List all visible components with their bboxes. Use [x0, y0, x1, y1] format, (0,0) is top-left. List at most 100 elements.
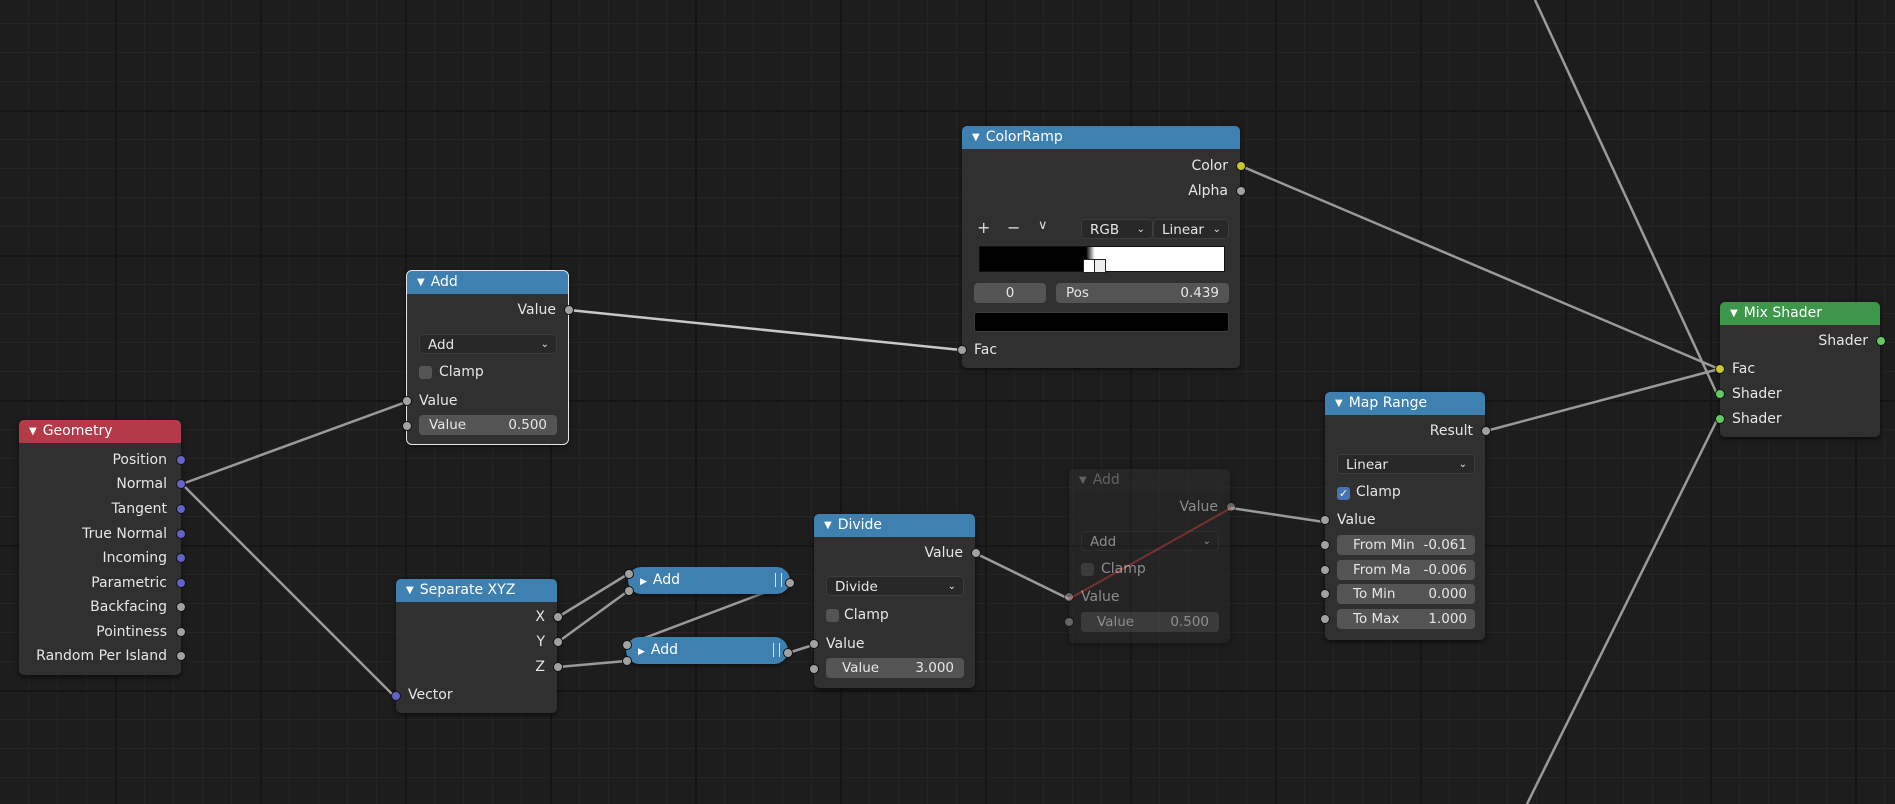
muted-input-socket-2[interactable] — [1064, 617, 1074, 627]
mix-shader-node-header[interactable]: ▼ Mix Shader — [1720, 302, 1880, 325]
collapse-arrow-icon[interactable]: ▼ — [824, 514, 832, 537]
collapse-arrow-icon[interactable]: ▼ — [29, 420, 37, 443]
from-max-socket[interactable] — [1320, 565, 1330, 575]
color-mode-dropdown[interactable]: RGB ⌄ — [1081, 219, 1153, 239]
result-output-socket[interactable] — [1481, 426, 1491, 436]
collapse-arrow-icon[interactable]: ▼ — [1335, 392, 1343, 415]
divide-clamp-checkbox[interactable] — [826, 609, 839, 622]
pointiness-socket[interactable] — [176, 627, 186, 637]
clamp-checkbox[interactable] — [419, 366, 432, 379]
from-min-socket[interactable] — [1320, 540, 1330, 550]
geometry-node-header[interactable]: ▼ Geometry — [19, 420, 181, 443]
collapse-arrow-icon[interactable]: ▼ — [1079, 469, 1087, 492]
divide-input-socket-1[interactable] — [809, 639, 819, 649]
collapsed-add-1-input-socket-1[interactable] — [624, 569, 634, 579]
add-muted-node[interactable]: ▼ Add Value Add ⌄ Clamp Value Value 0.500 — [1064, 469, 1236, 643]
from-max-field[interactable]: From Ma -0.006 — [1337, 560, 1475, 580]
separate-xyz-node[interactable]: ▼ Separate XYZ X Y Z Vector — [391, 579, 563, 713]
add-input-socket-2[interactable] — [402, 421, 412, 431]
interpolation-dropdown[interactable]: Linear ⌄ — [1153, 219, 1229, 239]
collapsed-add-1-output-socket[interactable] — [785, 578, 795, 588]
value-input-socket[interactable] — [1320, 515, 1330, 525]
resize-handle-icon[interactable] — [775, 573, 782, 587]
add-math-node[interactable]: ▼ Add Value Add ⌄ Clamp Value Value 0.500 — [402, 270, 574, 445]
expand-arrow-icon[interactable]: ▶ — [638, 647, 645, 657]
shader-input-socket-2[interactable] — [1715, 414, 1725, 424]
value-field-value: 0.500 — [508, 417, 547, 433]
remove-stop-button[interactable]: − — [1007, 218, 1020, 237]
fac-input-socket[interactable] — [957, 345, 967, 355]
muted-value-field[interactable]: Value 0.500 — [1081, 612, 1219, 632]
collapsed-add-2-input-socket-2[interactable] — [622, 656, 632, 666]
color-output-socket[interactable] — [1236, 161, 1246, 171]
resize-handle-icon[interactable] — [773, 643, 780, 657]
map-range-node-header[interactable]: ▼ Map Range — [1325, 392, 1485, 415]
collapse-arrow-icon[interactable]: ▼ — [417, 271, 425, 294]
incoming-socket[interactable] — [176, 553, 186, 563]
collapsed-add-2-output-socket[interactable] — [783, 648, 793, 658]
alpha-output-socket[interactable] — [1236, 186, 1246, 196]
collapsed-add-2-input-socket-1[interactable] — [622, 640, 632, 650]
muted-clamp-checkbox[interactable] — [1081, 563, 1094, 576]
collapse-arrow-icon[interactable]: ▼ — [1730, 302, 1738, 325]
normal-socket[interactable] — [176, 479, 186, 489]
backfacing-socket[interactable] — [176, 602, 186, 612]
add-stop-button[interactable]: + — [977, 218, 990, 237]
add-output-socket[interactable] — [564, 305, 574, 315]
color-stop-handle[interactable] — [1094, 259, 1106, 273]
position-socket[interactable] — [176, 455, 186, 465]
muted-input-label: Value — [1081, 589, 1120, 605]
shader-output-socket[interactable] — [1876, 336, 1886, 346]
colorramp-node-header[interactable]: ▼ ColorRamp — [962, 126, 1240, 149]
separate-xyz-node-header[interactable]: ▼ Separate XYZ — [396, 579, 557, 602]
geometry-node[interactable]: ▼ Geometry Position Normal Tangent True N… — [19, 420, 186, 675]
divide-input-socket-2[interactable] — [809, 664, 819, 674]
to-max-socket[interactable] — [1320, 614, 1330, 624]
muted-operation-dropdown[interactable]: Add ⌄ — [1081, 531, 1219, 551]
to-min-socket[interactable] — [1320, 589, 1330, 599]
vector-input-socket[interactable] — [391, 691, 401, 701]
colorramp-node[interactable]: ▼ ColorRamp Color Alpha + − ∨ RGB ⌄ Linear… — [957, 126, 1246, 368]
collapsed-add-node-1[interactable]: ▶ Add — [628, 567, 790, 594]
map-range-node[interactable]: ▼ Map Range Result Linear ⌄ ✓ Clamp Value … — [1320, 392, 1491, 640]
clamp-checkbox-checked[interactable]: ✓ — [1337, 487, 1350, 500]
muted-value-label: Value — [1097, 614, 1135, 630]
fac-input-socket[interactable] — [1715, 364, 1725, 374]
collapsed-add-node-2[interactable]: ▶ Add — [626, 637, 788, 664]
operation-dropdown[interactable]: Add ⌄ — [419, 334, 557, 354]
value-field[interactable]: Value 0.500 — [419, 415, 557, 435]
to-min-field[interactable]: To Min 0.000 — [1337, 584, 1475, 604]
parametric-socket[interactable] — [176, 578, 186, 588]
expand-arrow-icon[interactable]: ▶ — [640, 577, 647, 587]
stop-index-field[interactable]: 0 — [974, 283, 1046, 303]
map-range-node-title: Map Range — [1348, 395, 1428, 411]
mix-shader-node[interactable]: ▼ Mix Shader Shader Fac Shader Shader — [1715, 302, 1886, 437]
divide-output-socket[interactable] — [971, 548, 981, 558]
collapsed-add-1-input-socket-2[interactable] — [624, 586, 634, 596]
shader-input-socket-1[interactable] — [1715, 389, 1725, 399]
tangent-socket[interactable] — [176, 504, 186, 514]
from-min-field[interactable]: From Min -0.061 — [1337, 535, 1475, 555]
muted-output-socket[interactable] — [1226, 502, 1236, 512]
ramp-menu-button[interactable]: ∨ — [1038, 218, 1048, 233]
stop-color-swatch[interactable] — [974, 312, 1229, 332]
divide-value-field[interactable]: Value 3.000 — [826, 658, 964, 678]
z-output-socket[interactable] — [553, 662, 563, 672]
random-per-island-socket[interactable] — [176, 651, 186, 661]
map-interpolation-dropdown[interactable]: Linear ⌄ — [1337, 454, 1475, 474]
divide-node-header[interactable]: ▼ Divide — [814, 514, 975, 537]
x-output-socket[interactable] — [553, 612, 563, 622]
y-output-socket[interactable] — [553, 637, 563, 647]
muted-clamp-label: Clamp — [1101, 561, 1146, 577]
collapse-arrow-icon[interactable]: ▼ — [406, 579, 414, 602]
add-node-header[interactable]: ▼ Add — [407, 271, 568, 294]
to-max-field[interactable]: To Max 1.000 — [1337, 609, 1475, 629]
muted-input-socket-1[interactable] — [1064, 592, 1074, 602]
add-muted-node-header[interactable]: ▼ Add — [1069, 469, 1230, 492]
divide-operation-dropdown[interactable]: Divide ⌄ — [826, 576, 964, 596]
collapse-arrow-icon[interactable]: ▼ — [972, 126, 980, 149]
true-normal-socket[interactable] — [176, 529, 186, 539]
stop-position-field[interactable]: Pos 0.439 — [1056, 283, 1229, 303]
add-input-socket-1[interactable] — [402, 396, 412, 406]
divide-math-node[interactable]: ▼ Divide Value Divide ⌄ Clamp Value Value 3… — [809, 514, 981, 688]
